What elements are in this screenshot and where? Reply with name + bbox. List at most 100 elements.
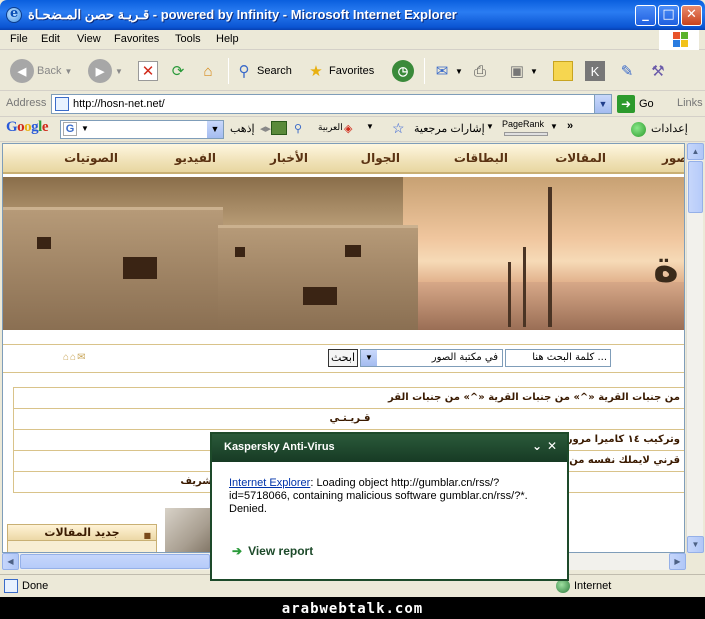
- kaspersky-alert-title: Kaspersky Anti-Virus: [224, 441, 335, 453]
- news-line[interactable]: من جنبات القرية «^» من جنبات القرية «^» …: [13, 388, 684, 409]
- mail-button[interactable]: ✉ ▼: [432, 59, 463, 83]
- nav-cards[interactable]: البطاقات: [454, 151, 508, 165]
- bullet-icon: ■: [143, 531, 151, 540]
- print-button[interactable]: ⎙: [470, 59, 490, 83]
- nav-audio[interactable]: الصوتيات: [64, 151, 118, 165]
- menu-view[interactable]: View: [77, 33, 101, 45]
- page-icon: [55, 97, 69, 111]
- internet-explorer-link[interactable]: Internet Explorer: [229, 477, 310, 489]
- nav-photos[interactable]: صور: [662, 151, 684, 165]
- close-button[interactable]: ✕: [681, 5, 702, 26]
- window-opening: [345, 245, 361, 257]
- address-dropdown[interactable]: ▼: [594, 95, 611, 113]
- menu-favorites[interactable]: Favorites: [114, 33, 159, 45]
- palm-tree: [523, 247, 526, 327]
- discuss-button[interactable]: [553, 59, 573, 83]
- links-button[interactable]: Links: [677, 97, 703, 109]
- google-logo: Google: [6, 119, 49, 135]
- scroll-left-button[interactable]: ◀: [2, 553, 19, 570]
- forward-button[interactable]: ▶ ▼: [88, 59, 123, 83]
- status-text: Done: [22, 580, 49, 592]
- site-nav: صور المقالات البطاقات الجوال الأخبار الف…: [3, 144, 684, 174]
- ie-icon: [6, 6, 22, 23]
- favorites-button[interactable]: ★ Favorites: [306, 59, 374, 83]
- search-scope-select[interactable]: ▼ في مكتبة الصور: [360, 349, 503, 367]
- address-url[interactable]: http://hosn-net.net/: [73, 98, 165, 110]
- settings-button[interactable]: إعدادات: [651, 122, 688, 135]
- search-input[interactable]: ... كلمة البحث هنا: [505, 349, 611, 367]
- side-block-title: جديد المقالات: [44, 526, 120, 539]
- star-icon: ★: [309, 63, 323, 80]
- menu-file[interactable]: File: [10, 33, 28, 45]
- maximize-button[interactable]: □: [658, 5, 679, 26]
- site-banner: ة: [3, 177, 684, 330]
- refresh-button[interactable]: ⟳: [168, 59, 188, 83]
- windows-logo-icon: [659, 30, 699, 50]
- go-button[interactable]: ➜ Go: [617, 95, 654, 113]
- home-button[interactable]: ⌂: [198, 59, 218, 83]
- kaspersky-alert: Kaspersky Anti-Virus ⌄ ✕ Internet Explor…: [210, 432, 569, 581]
- menu-help[interactable]: Help: [216, 33, 239, 45]
- address-input[interactable]: http://hosn-net.net/ ▼: [51, 94, 612, 114]
- window-opening: [235, 247, 245, 257]
- minimize-button[interactable]: _: [635, 5, 656, 26]
- nav-mobile[interactable]: الجوال: [361, 151, 400, 165]
- menu-tools[interactable]: Tools: [175, 33, 201, 45]
- go-arrow-icon: ➜: [617, 95, 635, 113]
- nav-video[interactable]: الفيديو: [175, 151, 216, 165]
- window-opening: [303, 287, 337, 305]
- banner-logo-letter: ة: [653, 241, 679, 292]
- toolbar-separator: [424, 58, 425, 84]
- arabic-button[interactable]: العربية: [318, 122, 343, 133]
- collapse-icon[interactable]: ⌄: [532, 439, 542, 453]
- palm-tree: [548, 187, 552, 327]
- nav-news[interactable]: الأخبار: [270, 151, 308, 165]
- vertical-scrollbar[interactable]: ▲ ▼: [686, 143, 704, 553]
- close-icon[interactable]: ✕: [547, 439, 557, 453]
- watermark-footer: arabwebtalk.com: [0, 597, 705, 619]
- news-icon[interactable]: [271, 121, 287, 135]
- window-opening: [37, 237, 51, 249]
- more-button[interactable]: »: [567, 120, 573, 132]
- nav-articles[interactable]: المقالات: [555, 151, 606, 165]
- menu-bar: File Edit View Favorites Tools Help: [0, 30, 705, 50]
- view-report-button[interactable]: ➔ View report: [232, 544, 313, 558]
- google-search-input[interactable]: G ▼ ▼: [60, 120, 224, 139]
- google-search-dropdown[interactable]: ▼: [207, 121, 223, 138]
- search-button[interactable]: ⚲ Search: [234, 59, 292, 83]
- google-search-icon[interactable]: ⚲: [294, 122, 302, 135]
- bookmarks-button[interactable]: إشارات مرجعية: [414, 122, 485, 135]
- messenger-button[interactable]: ✎: [617, 59, 637, 83]
- scroll-up-button[interactable]: ▲: [687, 143, 704, 160]
- sitemap-home-mail-icons[interactable]: ⌂⌂✉: [63, 352, 86, 363]
- tools-icon: ⚒: [651, 63, 665, 80]
- article-thumbnail[interactable]: [165, 508, 215, 552]
- popup-blocker-icon[interactable]: ◈: [344, 122, 352, 135]
- chevron-down-icon: ▼: [64, 66, 73, 76]
- scroll-down-button[interactable]: ▼: [687, 536, 704, 553]
- pagerank-label[interactable]: PageRank: [502, 119, 544, 129]
- history-button[interactable]: ◷: [392, 59, 414, 83]
- back-button[interactable]: ◀ Back ▼: [10, 59, 72, 83]
- kaspersky-alert-message: Internet Explorer: Loading object http:/…: [229, 477, 549, 516]
- search-submit-button[interactable]: ابحث: [328, 349, 358, 367]
- side-block: ■ جديد المقالات: [7, 524, 157, 552]
- window-opening: [123, 257, 157, 279]
- horizontal-scroll-thumb[interactable]: [20, 554, 210, 569]
- google-go-button[interactable]: إذهب: [230, 122, 255, 135]
- google-toolbar-grip: ◂▸: [260, 123, 272, 135]
- refresh-icon: ⟳: [171, 63, 185, 80]
- scroll-right-button[interactable]: ▶: [669, 553, 686, 570]
- security-zone: Internet: [574, 580, 612, 592]
- building: [218, 225, 418, 330]
- edit-button[interactable]: ▣ ▼: [507, 59, 538, 83]
- news-line[interactable]: قـريـتـي: [13, 409, 684, 430]
- tools-button[interactable]: ⚒: [648, 59, 668, 83]
- alert-result: Denied.: [229, 503, 267, 515]
- stop-button[interactable]: ✕: [138, 59, 158, 83]
- menu-edit[interactable]: Edit: [41, 33, 60, 45]
- title-bar[interactable]: قـريـة حصن المـضحـاة - powered by Infini…: [0, 0, 705, 30]
- divider: [3, 344, 684, 345]
- vertical-scroll-thumb[interactable]: [688, 161, 703, 213]
- research-button[interactable]: K: [585, 59, 605, 83]
